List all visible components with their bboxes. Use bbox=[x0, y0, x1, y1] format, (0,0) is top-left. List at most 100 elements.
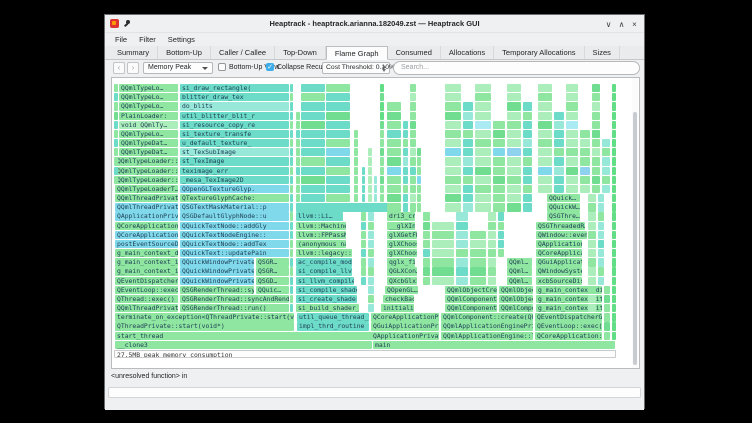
flame-segment[interactable]: QQuickW… bbox=[547, 203, 580, 211]
flame-filler[interactable] bbox=[602, 148, 610, 156]
maximize-button[interactable]: ∧ bbox=[615, 18, 628, 31]
flame-filler[interactable] bbox=[290, 130, 293, 138]
flame-filler[interactable] bbox=[588, 240, 596, 248]
flame-segment[interactable]: teximage_err bbox=[180, 167, 289, 175]
flame-segment[interactable]: QGuiApplicationPriv: bbox=[371, 322, 439, 330]
flame-filler[interactable] bbox=[488, 277, 496, 285]
flame-filler[interactable] bbox=[417, 167, 421, 175]
flame-filler[interactable] bbox=[301, 102, 325, 110]
flame-filler[interactable] bbox=[598, 222, 604, 230]
flame-segment[interactable]: si_compile_shader bbox=[296, 286, 357, 294]
flame-filler[interactable] bbox=[475, 167, 491, 175]
flame-segment[interactable]: si_draw_rectangle( bbox=[180, 84, 289, 92]
flame-filler[interactable] bbox=[368, 222, 374, 230]
flame-segment[interactable]: 27.5MB peak memory consumption bbox=[114, 350, 616, 358]
flame-filler[interactable] bbox=[114, 157, 118, 165]
flame-filler[interactable] bbox=[290, 84, 293, 92]
flame-filler[interactable] bbox=[554, 176, 564, 184]
flame-filler[interactable] bbox=[580, 157, 590, 165]
flame-filler[interactable] bbox=[301, 167, 325, 175]
flame-filler[interactable] bbox=[463, 167, 473, 175]
flame-filler[interactable] bbox=[410, 185, 416, 193]
flame-filler[interactable] bbox=[592, 157, 600, 165]
flame-filler[interactable] bbox=[290, 139, 293, 147]
flame-filler[interactable] bbox=[417, 194, 421, 202]
flame-filler[interactable] bbox=[523, 102, 532, 110]
flame-filler[interactable] bbox=[566, 185, 578, 193]
flame-filler[interactable] bbox=[290, 222, 293, 230]
flame-filler[interactable] bbox=[368, 212, 374, 220]
flame-filler[interactable] bbox=[301, 148, 325, 156]
tab-top-down[interactable]: Top-Down bbox=[275, 46, 326, 59]
flame-filler[interactable] bbox=[387, 139, 401, 147]
flame-filler[interactable] bbox=[387, 167, 401, 175]
flame-filler[interactable] bbox=[387, 112, 401, 120]
flame-filler[interactable] bbox=[566, 139, 578, 147]
flame-filler[interactable] bbox=[352, 203, 392, 211]
flame-filler[interactable] bbox=[403, 176, 408, 184]
flame-filler[interactable] bbox=[475, 121, 491, 129]
flame-segment[interactable]: QSGRenderThread::syncAndRender(Q bbox=[180, 295, 289, 303]
flame-filler[interactable] bbox=[598, 277, 604, 285]
titlebar[interactable]: Heaptrack - heaptrack.arianna.182049.zst… bbox=[105, 15, 644, 33]
flame-filler[interactable] bbox=[470, 258, 486, 266]
flame-segment[interactable]: QQmlApplicationEngine::load(Q( bbox=[441, 332, 533, 340]
flame-filler[interactable] bbox=[326, 139, 350, 147]
flame-filler[interactable] bbox=[498, 249, 504, 257]
tab-summary[interactable]: Summary bbox=[109, 46, 158, 59]
flame-filler[interactable] bbox=[445, 185, 461, 193]
flame-filler[interactable] bbox=[588, 286, 596, 294]
flame-filler[interactable] bbox=[538, 93, 552, 101]
flame-filler[interactable] bbox=[612, 322, 616, 330]
flame-filler[interactable] bbox=[507, 185, 521, 193]
flame-filler[interactable] bbox=[612, 295, 616, 303]
flame-filler[interactable] bbox=[445, 157, 461, 165]
flame-segment[interactable]: QQmlComponent::create(QQmlCon. bbox=[441, 313, 533, 321]
flame-filler[interactable] bbox=[475, 112, 491, 120]
flame-filler[interactable] bbox=[612, 121, 616, 129]
flame-filler[interactable] bbox=[410, 148, 416, 156]
flame-filler[interactable] bbox=[554, 157, 564, 165]
flame-filler[interactable] bbox=[598, 240, 604, 248]
flame-filler[interactable] bbox=[410, 102, 416, 110]
tab-bottom-up[interactable]: Bottom-Up bbox=[158, 46, 211, 59]
flame-segment[interactable]: si_compile_llvm bbox=[296, 267, 352, 275]
flame-filler[interactable] bbox=[114, 121, 118, 129]
flame-segment[interactable]: QQmlTypeLo… bbox=[119, 130, 178, 138]
flame-filler[interactable] bbox=[380, 130, 384, 138]
flame-segment[interactable]: u_default_texture_ bbox=[180, 139, 289, 147]
flame-filler[interactable] bbox=[114, 112, 118, 120]
flame-segment[interactable]: QThreadPrivate::start(void*) bbox=[115, 322, 294, 330]
flame-filler[interactable] bbox=[445, 93, 461, 101]
minimize-button[interactable]: ∨ bbox=[602, 18, 615, 31]
flame-filler[interactable] bbox=[588, 231, 596, 239]
flame-filler[interactable] bbox=[612, 102, 616, 110]
flame-filler[interactable] bbox=[456, 267, 468, 275]
flame-filler[interactable] bbox=[290, 93, 293, 101]
flame-filler[interactable] bbox=[588, 203, 596, 211]
flame-filler[interactable] bbox=[566, 157, 578, 165]
flame-filler[interactable] bbox=[523, 157, 532, 165]
flame-filler[interactable] bbox=[114, 84, 118, 92]
flame-filler[interactable] bbox=[488, 258, 496, 266]
flame-filler[interactable] bbox=[362, 167, 365, 175]
flame-filler[interactable] bbox=[493, 148, 505, 156]
flame-filler[interactable] bbox=[580, 130, 590, 138]
flame-filler[interactable] bbox=[588, 304, 596, 312]
flame-filler[interactable] bbox=[445, 102, 461, 110]
flame-filler[interactable] bbox=[538, 121, 552, 129]
flame-segment[interactable]: _mesa_TexImage2D bbox=[180, 176, 289, 184]
flame-filler[interactable] bbox=[114, 148, 118, 156]
flame-segment[interactable]: QQuick… bbox=[547, 194, 580, 202]
flame-filler[interactable] bbox=[523, 112, 532, 120]
flame-filler[interactable] bbox=[538, 139, 552, 147]
flame-filler[interactable] bbox=[432, 240, 454, 248]
flame-filler[interactable] bbox=[301, 112, 325, 120]
vertical-scrollbar[interactable] bbox=[632, 78, 638, 368]
flame-filler[interactable] bbox=[475, 194, 491, 202]
flame-filler[interactable] bbox=[488, 212, 496, 220]
flame-filler[interactable] bbox=[362, 185, 365, 193]
flame-filler[interactable] bbox=[488, 240, 496, 248]
flame-segment[interactable]: QTextureGlyphCache: bbox=[180, 194, 289, 202]
flame-filler[interactable] bbox=[523, 130, 532, 138]
